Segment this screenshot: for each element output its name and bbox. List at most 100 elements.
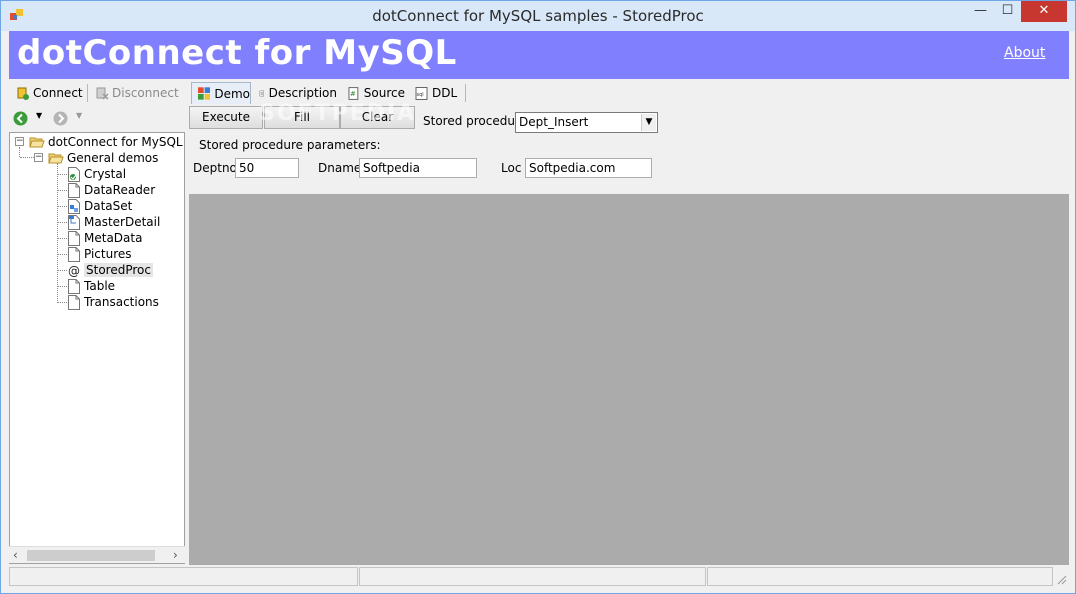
- tree-group-node[interactable]: General demos: [48, 150, 158, 166]
- about-link[interactable]: About: [1004, 45, 1045, 61]
- tree-item-table[interactable]: Table: [68, 278, 115, 294]
- tab-description-label: Description: [268, 86, 337, 100]
- stored-procedure-select[interactable]: Dept_Insert ▼: [515, 112, 658, 133]
- document-icon: [68, 294, 80, 310]
- tree-item-label: DataSet: [84, 199, 133, 213]
- back-dropdown-icon[interactable]: ▼: [36, 111, 42, 120]
- tree-line: [57, 174, 67, 175]
- tree-group-label: General demos: [67, 151, 159, 165]
- folder-open-icon: [29, 137, 45, 147]
- parameters-label: Stored procedure parameters:: [199, 138, 381, 152]
- stored-procedure-value: Dept_Insert: [519, 115, 589, 129]
- tab-separator: [465, 84, 466, 102]
- scroll-right-icon[interactable]: ›: [173, 548, 178, 562]
- minimize-button[interactable]: —: [967, 1, 994, 22]
- svg-text:sql: sql: [417, 92, 424, 98]
- app-window: dotConnect for MySQL samples - StoredPro…: [0, 0, 1076, 594]
- disconnect-icon: [96, 87, 109, 100]
- status-panel: [707, 567, 1053, 586]
- tree-line: [57, 222, 67, 223]
- window-title: dotConnect for MySQL samples - StoredPro…: [372, 7, 704, 25]
- loc-field[interactable]: Softpedia.com: [525, 158, 652, 178]
- tree-line: [57, 190, 67, 191]
- svg-text:@: @: [68, 264, 80, 278]
- results-grid-area[interactable]: [189, 194, 1069, 565]
- connect-icon: [17, 87, 29, 100]
- tab-ddl-label: DDL: [432, 86, 458, 100]
- title-bar: dotConnect for MySQL samples - StoredPro…: [1, 1, 1075, 31]
- dname-label: Dname: [318, 161, 362, 175]
- tree-item-label: MasterDetail: [84, 215, 161, 229]
- source-icon: #: [348, 86, 359, 100]
- tab-source[interactable]: # Source: [341, 82, 405, 104]
- tree-line: [57, 238, 67, 239]
- chevron-down-icon[interactable]: ▼: [641, 114, 656, 131]
- toolbar-separator: [87, 84, 88, 102]
- dname-field[interactable]: Softpedia: [359, 158, 477, 178]
- tree-item-masterdetail[interactable]: MasterDetail: [68, 214, 160, 230]
- maximize-button[interactable]: ☐: [994, 1, 1021, 22]
- execute-button[interactable]: Execute: [189, 106, 263, 129]
- tab-source-label: Source: [363, 86, 405, 100]
- close-button[interactable]: ✕: [1021, 1, 1067, 22]
- samples-tree[interactable]: − dotConnect for MySQL samples − General…: [9, 132, 185, 564]
- tree-line: [57, 206, 67, 207]
- disconnect-button[interactable]: Disconnect: [96, 85, 179, 101]
- tab-demo[interactable]: Demo: [191, 82, 251, 104]
- tree-item-metadata[interactable]: MetaData: [68, 230, 142, 246]
- tree-item-label: DataReader: [84, 183, 156, 197]
- tree-line: [57, 270, 67, 271]
- forward-icon[interactable]: [53, 111, 68, 126]
- tree-line: [19, 147, 20, 157]
- connect-label: Connect: [33, 86, 83, 100]
- crystal-icon: [68, 166, 80, 182]
- tree-item-label: Pictures: [84, 247, 132, 261]
- tree-line: [57, 302, 67, 303]
- tree-item-datareader[interactable]: DataReader: [68, 182, 155, 198]
- scroll-left-icon[interactable]: ‹: [13, 548, 18, 562]
- collapse-root-icon[interactable]: −: [15, 137, 24, 146]
- tree-item-crystal[interactable]: Crystal: [68, 166, 126, 182]
- back-icon[interactable]: [13, 111, 28, 126]
- stored-procedure-label: Stored procedure: [423, 114, 528, 128]
- tab-strip: Demo Description # Source sql DDL: [189, 81, 1069, 105]
- tree-item-pictures[interactable]: Pictures: [68, 246, 132, 262]
- tree-item-storedproc[interactable]: @ StoredProc: [68, 262, 153, 278]
- tree-horizontal-scrollbar[interactable]: ‹ ›: [9, 546, 185, 563]
- tab-description[interactable]: Description: [253, 82, 337, 104]
- connect-button[interactable]: Connect: [17, 85, 83, 101]
- forward-dropdown-icon[interactable]: ▼: [76, 111, 82, 120]
- resize-grip-icon[interactable]: [1055, 573, 1067, 585]
- status-panel: [9, 567, 358, 586]
- deptno-label: Deptno: [193, 161, 237, 175]
- clear-button[interactable]: Clear: [340, 106, 415, 129]
- tree-item-label: Crystal: [84, 167, 127, 181]
- demo-icon: [198, 87, 211, 100]
- deptno-field[interactable]: 50: [235, 158, 299, 178]
- collapse-group-icon[interactable]: −: [34, 153, 43, 162]
- scrollbar-thumb[interactable]: [27, 550, 155, 561]
- tree-item-label: StoredProc: [84, 263, 153, 277]
- banner-title: dotConnect for MySQL: [17, 33, 457, 73]
- at-icon: @: [68, 263, 80, 278]
- tree-item-transactions[interactable]: Transactions: [68, 294, 159, 310]
- tree-line: [20, 157, 34, 158]
- description-icon: [259, 90, 265, 96]
- tree-line: [57, 163, 58, 301]
- tree-root-label: dotConnect for MySQL samples: [48, 135, 184, 149]
- tab-ddl[interactable]: sql DDL: [409, 82, 461, 104]
- connection-toolbar: Connect Disconnect: [9, 81, 185, 105]
- tree-item-dataset[interactable]: DataSet: [68, 198, 132, 214]
- svg-text:#: #: [350, 89, 356, 97]
- loc-label: Loc: [501, 161, 522, 175]
- tab-demo-label: Demo: [214, 86, 250, 101]
- document-icon: [68, 230, 80, 246]
- fill-button[interactable]: Fill: [264, 106, 340, 129]
- tree-item-label: Table: [84, 279, 116, 293]
- folder-open-icon: [48, 153, 64, 163]
- tree-root-node[interactable]: dotConnect for MySQL samples: [29, 134, 184, 150]
- disconnect-label: Disconnect: [112, 86, 179, 100]
- dataset-icon: [68, 198, 80, 214]
- document-icon: [68, 182, 80, 198]
- tree-line: [57, 286, 67, 287]
